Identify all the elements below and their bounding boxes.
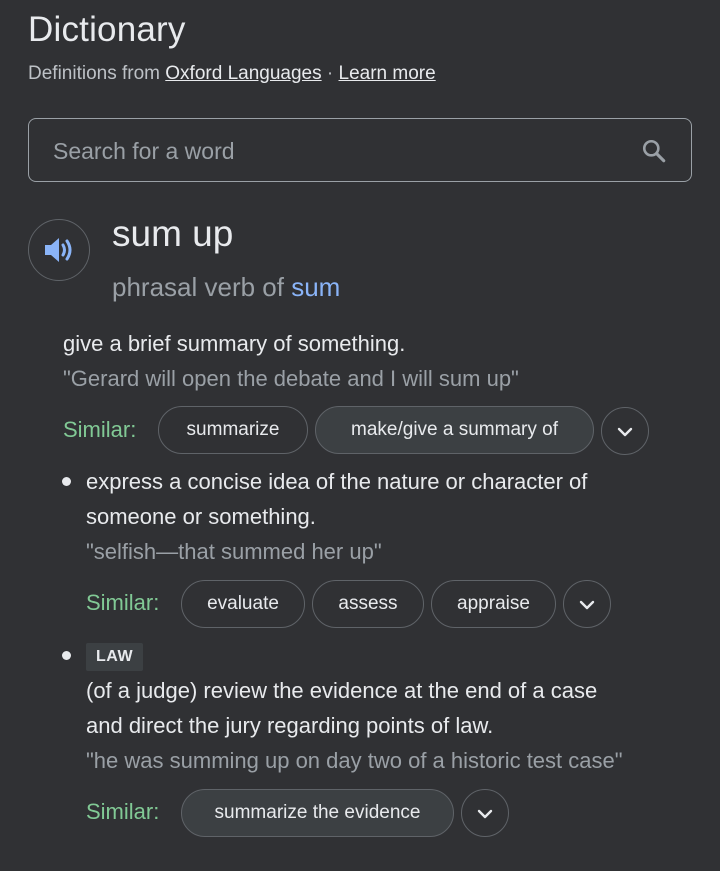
learn-more-link[interactable]: Learn more [339, 63, 436, 84]
root-word-link[interactable]: sum [291, 272, 340, 302]
definition-3-line-2: and direct the jury regarding points of … [86, 713, 494, 738]
similar-label-2: Similar: [86, 590, 160, 615]
example-2: "selfish—that summed her up" [86, 539, 382, 564]
similar-chip-make-give-summary[interactable]: make/give a summary of [315, 406, 594, 454]
page-title: Dictionary [28, 10, 186, 49]
example-1: "Gerard will open the debate and I will … [63, 366, 519, 391]
part-of-speech: phrasal verb of sum [112, 272, 340, 303]
similar-label-3: Similar: [86, 799, 160, 824]
similar-label-1: Similar: [63, 417, 137, 442]
expand-similar-1-button[interactable] [601, 407, 649, 455]
oxford-languages-link[interactable]: Oxford Languages [165, 63, 321, 84]
similar-chip-evaluate[interactable]: evaluate [181, 580, 305, 628]
subtitle-prefix: Definitions from [28, 63, 166, 84]
pronunciation-button[interactable] [28, 219, 90, 281]
bullet-3 [62, 651, 71, 660]
definition-3: (of a judge) review the evidence at the … [86, 673, 597, 743]
definition-1: give a brief summary of something. [63, 331, 406, 356]
chevron-down-icon [617, 427, 633, 437]
domain-tag: LAW [86, 643, 144, 671]
definition-2: express a concise idea of the nature or … [86, 464, 587, 534]
pos-prefix: phrasal verb of [112, 272, 292, 302]
search-box[interactable] [28, 118, 692, 182]
subtitle-separator: · [321, 63, 339, 84]
definition-3-line-1: (of a judge) review the evidence at the … [86, 678, 598, 703]
search-icon[interactable] [641, 138, 667, 164]
definition-2-line-2: someone or something. [86, 504, 316, 529]
search-input[interactable] [51, 133, 635, 169]
expand-similar-3-button[interactable] [461, 789, 509, 837]
example-3: "he was summing up on day two of a histo… [86, 748, 623, 773]
definition-2-line-1: express a concise idea of the nature or … [86, 469, 588, 494]
bullet-2 [62, 477, 71, 486]
headword: sum up [112, 213, 234, 254]
similar-chip-appraise[interactable]: appraise [431, 580, 556, 628]
similar-chip-summarize[interactable]: summarize [158, 406, 308, 454]
similar-chip-assess[interactable]: assess [312, 580, 424, 628]
expand-similar-2-button[interactable] [563, 580, 611, 628]
chevron-down-icon [579, 600, 595, 610]
chevron-down-icon [477, 809, 493, 819]
similar-chip-summarize-evidence[interactable]: summarize the evidence [181, 789, 454, 837]
speaker-icon [45, 238, 72, 262]
definitions-source: Definitions from Oxford Languages · Lear… [28, 63, 436, 85]
